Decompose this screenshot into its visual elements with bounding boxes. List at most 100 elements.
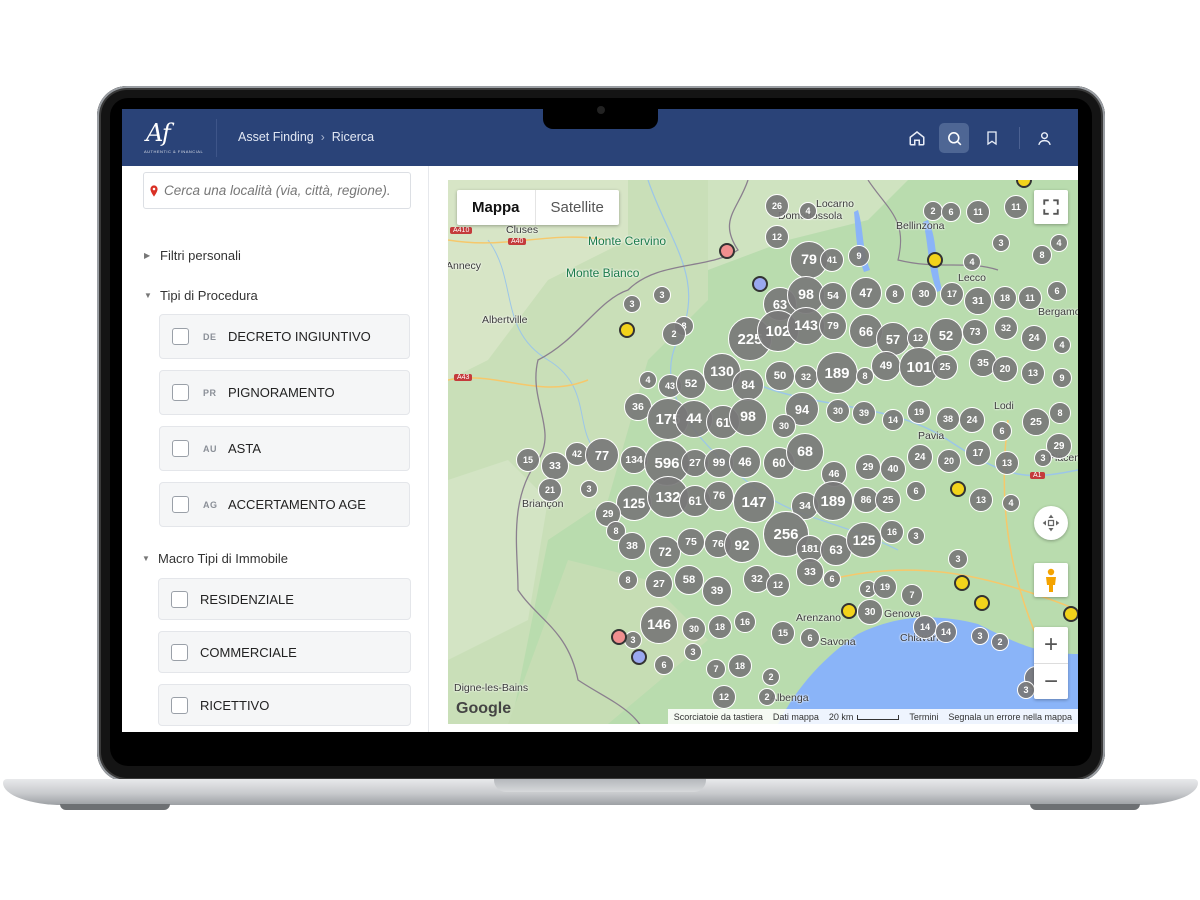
pegman-icon[interactable] [1034, 563, 1068, 597]
cluster-marker[interactable]: 30 [772, 414, 796, 438]
cluster-marker[interactable]: 3 [653, 286, 671, 304]
checkbox[interactable] [171, 696, 188, 714]
cluster-marker[interactable]: 52 [929, 318, 963, 352]
checkbox[interactable] [172, 496, 189, 513]
cluster-marker[interactable]: 6 [654, 655, 674, 675]
property-marker[interactable] [954, 575, 970, 591]
property-marker[interactable] [631, 649, 647, 665]
procedura-option-de[interactable]: DE DECRETO INGIUNTIVO [159, 314, 410, 359]
cluster-marker[interactable]: 40 [880, 456, 906, 482]
cluster-marker[interactable]: 4 [1053, 336, 1071, 354]
search-icon[interactable] [939, 123, 969, 153]
cluster-marker[interactable]: 2 [991, 633, 1009, 651]
camera-control-icon[interactable] [1034, 506, 1068, 540]
checkbox[interactable] [172, 384, 189, 401]
checkbox[interactable] [172, 440, 189, 457]
immobile-option-ricettivo[interactable]: RICETTIVO [158, 684, 411, 726]
cluster-marker[interactable]: 68 [786, 433, 824, 471]
cluster-marker[interactable]: 6 [800, 628, 820, 648]
cluster-marker[interactable]: 47 [850, 277, 882, 309]
terms-link[interactable]: Termini [909, 712, 938, 722]
cluster-marker[interactable]: 79 [819, 312, 847, 340]
cluster-marker[interactable]: 13 [995, 451, 1019, 475]
cluster-marker[interactable]: 30 [682, 617, 706, 641]
cluster-marker[interactable]: 125 [616, 485, 652, 521]
map-view[interactable]: Locarno Domodossola Bellinzona Lecco Ber… [448, 180, 1078, 724]
cluster-marker[interactable]: 14 [913, 615, 937, 639]
cluster-marker[interactable]: 30 [857, 599, 883, 625]
cluster-marker[interactable]: 32 [994, 316, 1018, 340]
cluster-marker[interactable]: 39 [852, 401, 876, 425]
cluster-marker[interactable]: 125 [846, 522, 882, 558]
cluster-marker[interactable]: 11 [1004, 195, 1028, 219]
cluster-marker[interactable]: 98 [729, 398, 767, 436]
cluster-marker[interactable]: 25 [1022, 408, 1050, 436]
immobile-option-commerciale[interactable]: COMMERCIALE [158, 631, 411, 673]
cluster-marker[interactable]: 20 [992, 356, 1018, 382]
cluster-marker[interactable]: 24 [959, 407, 985, 433]
cluster-marker[interactable]: 38 [936, 407, 960, 431]
cluster-marker[interactable]: 75 [677, 528, 705, 556]
cluster-marker[interactable]: 7 [901, 584, 923, 606]
logo[interactable]: Af AUTHENTIC & FINANCIAL [142, 119, 212, 159]
cluster-marker[interactable]: 30 [826, 399, 850, 423]
cluster-marker[interactable]: 8 [618, 570, 638, 590]
cluster-marker[interactable]: 12 [766, 573, 790, 597]
cluster-marker[interactable]: 31 [964, 287, 992, 315]
cluster-marker[interactable]: 6 [906, 481, 926, 501]
tipi-procedura-toggle[interactable]: ▼ Tipi di Procedura [144, 288, 258, 303]
cluster-marker[interactable]: 24 [907, 444, 933, 470]
cluster-marker[interactable]: 18 [993, 286, 1017, 310]
cluster-marker[interactable]: 41 [820, 248, 844, 272]
cluster-marker[interactable]: 50 [765, 361, 795, 391]
cluster-marker[interactable]: 76 [704, 481, 734, 511]
cluster-marker[interactable]: 8 [1032, 245, 1052, 265]
filtri-personali-toggle[interactable]: ▶ Filtri personali [144, 248, 241, 263]
cluster-marker[interactable]: 189 [816, 352, 858, 394]
cluster-marker[interactable]: 38 [618, 532, 646, 560]
cluster-marker[interactable]: 3 [971, 627, 989, 645]
cluster-marker[interactable]: 12 [907, 327, 929, 349]
cluster-marker[interactable]: 73 [962, 319, 988, 345]
cluster-marker[interactable]: 12 [712, 685, 736, 709]
cluster-marker[interactable]: 2 [662, 322, 686, 346]
cluster-marker[interactable]: 3 [623, 295, 641, 313]
property-marker[interactable] [841, 603, 857, 619]
property-marker[interactable] [927, 252, 943, 268]
breadcrumb-asset-finding[interactable]: Asset Finding [238, 130, 314, 144]
cluster-marker[interactable]: 8 [885, 284, 905, 304]
location-search-input[interactable] [162, 182, 406, 199]
map-type-satellite[interactable]: Satellite [534, 190, 619, 225]
cluster-marker[interactable]: 30 [911, 281, 937, 307]
map-type-mappa[interactable]: Mappa [457, 190, 535, 225]
cluster-marker[interactable]: 15 [516, 448, 540, 472]
cluster-marker[interactable]: 29 [855, 454, 881, 480]
cluster-marker[interactable]: 24 [1021, 325, 1047, 351]
cluster-marker[interactable]: 11 [1018, 286, 1042, 310]
user-icon[interactable] [1029, 123, 1059, 153]
cluster-marker[interactable]: 6 [941, 202, 961, 222]
cluster-marker[interactable]: 16 [880, 520, 904, 544]
cluster-marker[interactable]: 20 [937, 449, 961, 473]
cluster-marker[interactable]: 26 [765, 194, 789, 218]
cluster-marker[interactable]: 17 [940, 282, 964, 306]
cluster-marker[interactable]: 32 [794, 365, 818, 389]
cluster-marker[interactable]: 4 [1050, 234, 1068, 252]
cluster-marker[interactable]: 77 [585, 438, 619, 472]
cluster-marker[interactable]: 189 [813, 481, 853, 521]
property-marker[interactable] [619, 322, 635, 338]
cluster-marker[interactable]: 4 [639, 371, 657, 389]
cluster-marker[interactable]: 4 [963, 253, 981, 271]
cluster-marker[interactable]: 2 [923, 201, 943, 221]
cluster-marker[interactable]: 13 [1021, 361, 1045, 385]
property-marker[interactable] [950, 481, 966, 497]
zoom-out-button[interactable]: − [1034, 663, 1068, 700]
cluster-marker[interactable]: 146 [640, 606, 678, 644]
cluster-marker[interactable]: 52 [676, 369, 706, 399]
checkbox[interactable] [171, 590, 188, 608]
cluster-marker[interactable]: 39 [702, 576, 732, 606]
property-marker[interactable] [1063, 606, 1078, 622]
cluster-marker[interactable]: 14 [935, 621, 957, 643]
cluster-marker[interactable]: 58 [674, 565, 704, 595]
cluster-marker[interactable]: 3 [992, 234, 1010, 252]
